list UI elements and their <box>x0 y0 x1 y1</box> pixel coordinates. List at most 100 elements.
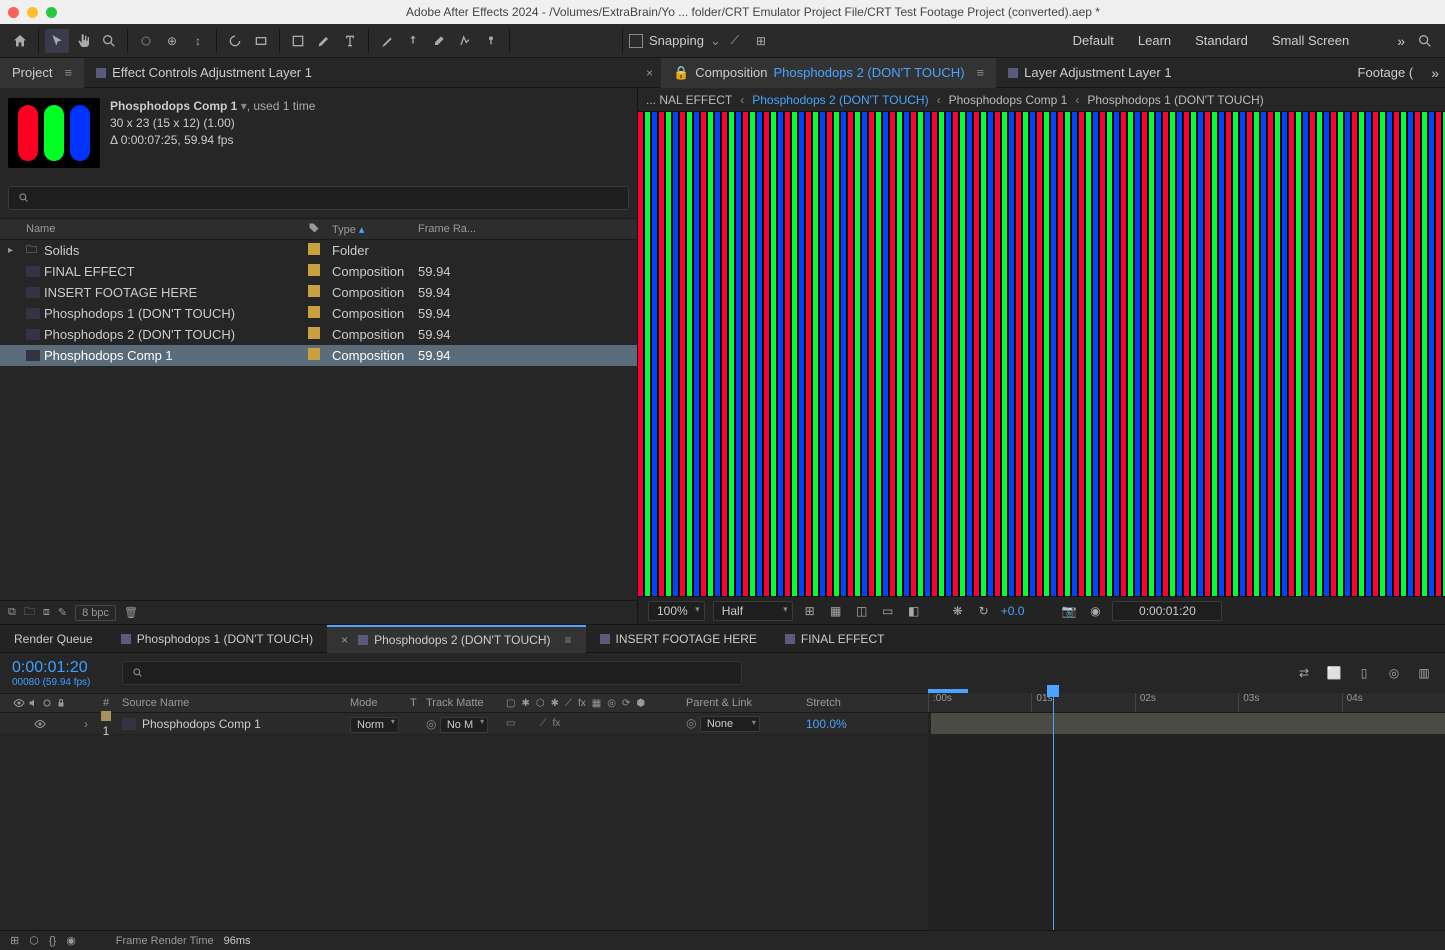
exposure-value[interactable]: +0.0 <box>1001 604 1025 618</box>
snapping-checkbox[interactable] <box>629 34 643 48</box>
region-icon[interactable]: ◫ <box>853 602 871 620</box>
trash-icon[interactable]: 🗑 <box>124 606 138 619</box>
toggle-in-out-icon[interactable]: {} <box>49 935 56 947</box>
effect-controls-tab[interactable]: Effect Controls Adjustment Layer 1 <box>84 58 324 88</box>
breadcrumb-item[interactable]: Phosphodops Comp 1 <box>949 93 1068 107</box>
snap-grid-icon[interactable]: ⊞ <box>749 29 773 53</box>
close-window-button[interactable] <box>8 7 19 18</box>
project-item-row[interactable]: Phosphodops Comp 1Composition59.94 <box>0 345 637 366</box>
breadcrumb-item[interactable]: ... NAL EFFECT <box>646 93 732 107</box>
puppet-pin-tool[interactable] <box>479 29 503 53</box>
composition-viewer[interactable] <box>638 112 1445 596</box>
eye-icon[interactable] <box>34 718 46 730</box>
tag-icon[interactable] <box>308 222 320 234</box>
minimize-window-button[interactable] <box>27 7 38 18</box>
composition-thumbnail[interactable] <box>8 98 100 168</box>
camera-tool[interactable]: ↕ <box>186 29 210 53</box>
zoom-tool[interactable] <box>97 29 121 53</box>
project-search-input[interactable] <box>8 186 629 210</box>
breadcrumb-item[interactable]: Phosphodops 1 (DON'T TOUCH) <box>1087 93 1263 107</box>
timeline-tab[interactable]: INSERT FOOTAGE HERE <box>586 625 771 653</box>
timeline-tab[interactable]: FINAL EFFECT <box>771 625 899 653</box>
timeline-timecode[interactable]: 0:00:01:20 00080 (59.94 fps) <box>0 659 110 688</box>
chevron-left-icon[interactable]: ‹ <box>937 93 941 107</box>
parent-dropdown[interactable]: None <box>700 716 760 732</box>
channel-icon[interactable]: ◧ <box>905 602 923 620</box>
playhead[interactable] <box>1053 691 1054 930</box>
timeline-search-input[interactable] <box>122 661 742 685</box>
eraser-tool[interactable] <box>427 29 451 53</box>
composition-tab[interactable]: 🔒 Composition Phosphodops 2 (DON'T TOUCH… <box>661 58 996 88</box>
time-ruler[interactable]: :00s 01s 02s 03s 04s <box>928 693 1445 713</box>
rectangle-tool[interactable] <box>249 29 273 53</box>
exposure-icon[interactable]: ↻ <box>975 602 993 620</box>
project-item-row[interactable]: ▸🗀SolidsFolder <box>0 240 637 261</box>
timeline-tab[interactable]: Phosphodops 1 (DON'T TOUCH) <box>107 625 327 653</box>
frame-blend-icon[interactable]: ◎ <box>1385 664 1403 682</box>
workspace-learn[interactable]: Learn <box>1138 33 1171 48</box>
selection-tool[interactable] <box>45 29 69 53</box>
zoom-window-button[interactable] <box>46 7 57 18</box>
project-item-row[interactable]: Phosphodops 2 (DON'T TOUCH)Composition59… <box>0 324 637 345</box>
new-comp-icon[interactable]: ⧈ <box>43 606 50 619</box>
snapping-toggle[interactable]: Snapping ⌄ <box>629 33 721 49</box>
timeline-track-area[interactable] <box>928 713 1445 930</box>
project-item-row[interactable]: INSERT FOOTAGE HEREComposition59.94 <box>0 282 637 303</box>
motion-blur-icon[interactable]: ▥ <box>1415 664 1433 682</box>
search-icon[interactable] <box>1413 29 1437 53</box>
zoom-dropdown[interactable]: 100% <box>648 601 705 621</box>
project-items-list[interactable]: ▸🗀SolidsFolderFINAL EFFECTComposition59.… <box>0 240 637 600</box>
workspace-default[interactable]: Default <box>1073 33 1114 48</box>
brush-tool[interactable] <box>375 29 399 53</box>
breadcrumb-item-active[interactable]: Phosphodops 2 (DON'T TOUCH) <box>752 93 928 107</box>
footage-tab[interactable]: Footage ( <box>1346 58 1426 88</box>
workspace-smallscreen[interactable]: Small Screen <box>1272 33 1349 48</box>
snap-icon[interactable]: ⟋ <box>723 29 747 53</box>
close-tab-icon[interactable]: × <box>638 66 661 80</box>
lock-icon[interactable]: 🔒 <box>673 65 689 81</box>
comp-mini-flowchart-icon[interactable]: ⇄ <box>1295 664 1313 682</box>
project-tab[interactable]: Project≡ <box>0 58 84 88</box>
shy-icon[interactable]: ▯ <box>1355 664 1373 682</box>
track-matte-dropdown[interactable]: No M <box>440 717 488 733</box>
toggle-render-icon[interactable]: ◉ <box>66 934 76 947</box>
toggle-modes-icon[interactable]: ⬡ <box>29 934 39 947</box>
pan-behind-tool[interactable]: ⊕ <box>160 29 184 53</box>
color-mgmt-icon[interactable]: ❋ <box>949 602 967 620</box>
pen-tool[interactable] <box>312 29 336 53</box>
stretch-value[interactable]: 100.0% <box>802 717 872 731</box>
orbit-tool[interactable] <box>134 29 158 53</box>
snapshot-icon[interactable]: 📷 <box>1060 602 1078 620</box>
transparency-grid-icon[interactable]: ⊞ <box>801 602 819 620</box>
hand-tool[interactable] <box>71 29 95 53</box>
resolution-dropdown[interactable]: Half <box>713 601 793 621</box>
lock-icon[interactable] <box>55 697 67 709</box>
project-item-row[interactable]: FINAL EFFECTComposition59.94 <box>0 261 637 282</box>
new-adjustment-icon[interactable]: ✎ <box>58 606 67 619</box>
mask-icon[interactable]: ▦ <box>827 602 845 620</box>
blend-mode-dropdown[interactable]: Norm <box>350 717 399 733</box>
draft-3d-icon[interactable]: ⬜ <box>1325 664 1343 682</box>
twirl-icon[interactable]: › <box>80 717 94 731</box>
workspaces-overflow-icon[interactable]: » <box>1391 33 1411 49</box>
guides-icon[interactable]: ▭ <box>879 602 897 620</box>
roto-brush-tool[interactable] <box>453 29 477 53</box>
workspace-standard[interactable]: Standard <box>1195 33 1248 48</box>
layer-duration-bar[interactable] <box>931 713 1445 734</box>
project-item-row[interactable]: Phosphodops 1 (DON'T TOUCH)Composition59… <box>0 303 637 324</box>
toggle-switches-icon[interactable]: ⊞ <box>10 934 19 947</box>
new-folder-icon[interactable]: 🗀 <box>24 603 35 622</box>
timeline-tab-active[interactable]: ×Phosphodops 2 (DON'T TOUCH)≡ <box>327 625 585 653</box>
clone-stamp-tool[interactable] <box>401 29 425 53</box>
solo-icon[interactable] <box>41 697 53 709</box>
eye-icon[interactable] <box>13 697 25 709</box>
render-queue-tab[interactable]: Render Queue <box>0 625 107 653</box>
interpret-footage-icon[interactable]: ⧉ <box>8 606 16 619</box>
bpc-button[interactable]: 8 bpc <box>75 605 116 621</box>
layer-tab[interactable]: Layer Adjustment Layer 1 <box>996 58 1183 88</box>
audio-icon[interactable] <box>27 697 39 709</box>
show-snapshot-icon[interactable]: ◉ <box>1086 602 1104 620</box>
current-time-field[interactable]: 0:00:01:20 <box>1112 601 1222 621</box>
home-button[interactable] <box>8 29 32 53</box>
chevron-left-icon[interactable]: ‹ <box>740 93 744 107</box>
